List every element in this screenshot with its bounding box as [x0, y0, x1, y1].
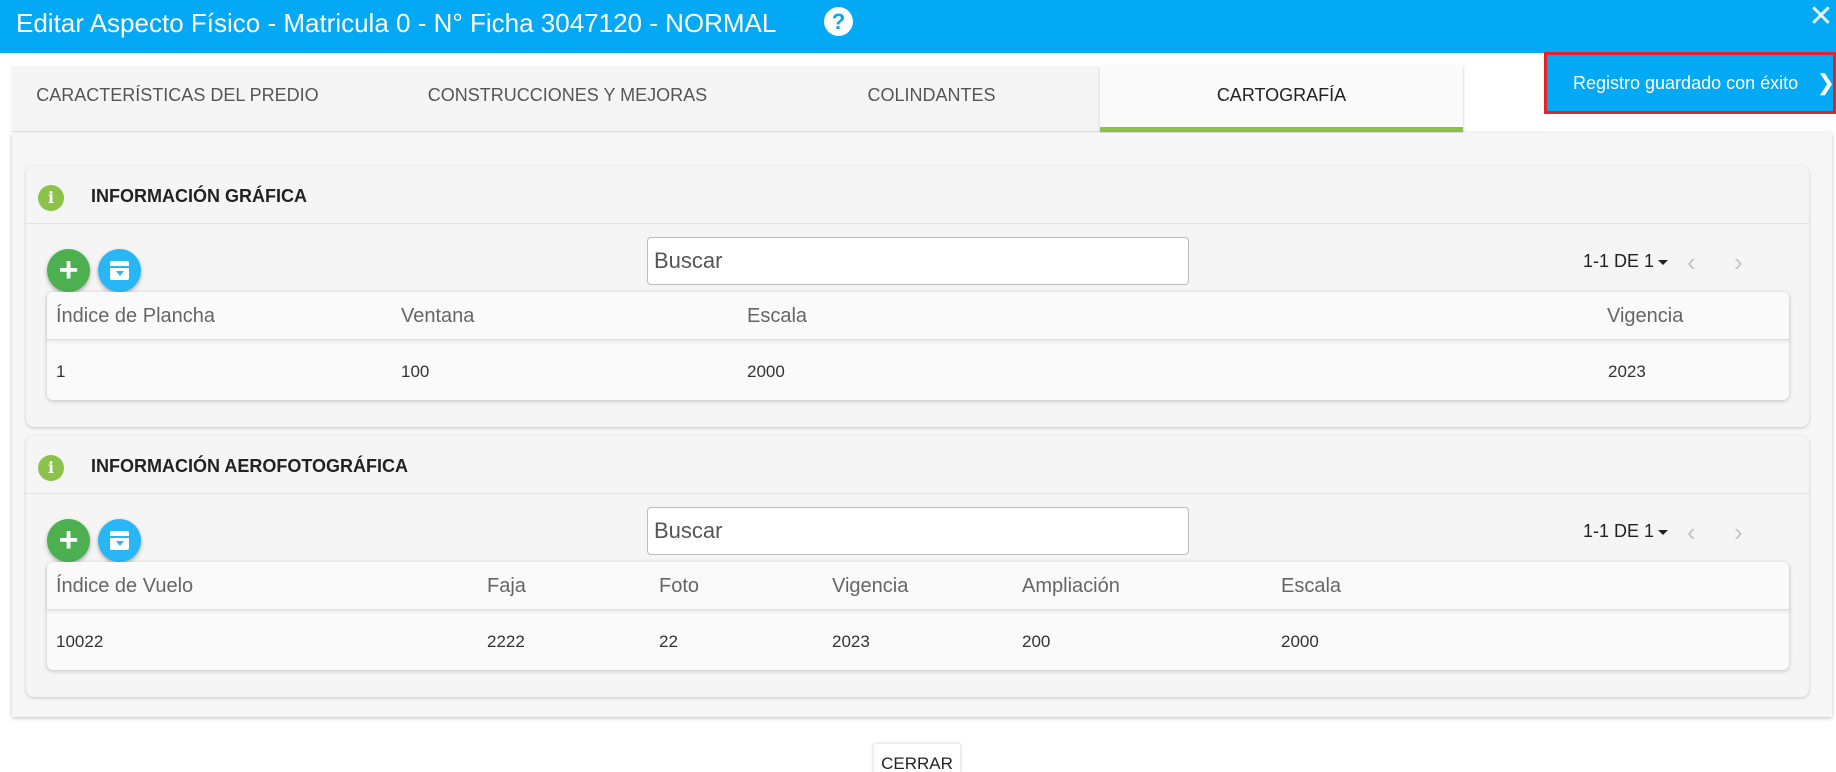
tab-cartografia[interactable]: CARTOGRAFÍA	[1100, 66, 1463, 132]
table-cell: 22	[659, 632, 678, 651]
success-toast[interactable]: Registro guardado con éxito ❯	[1544, 52, 1836, 114]
tab-bar: CARACTERÍSTICAS DEL PREDIO CONSTRUCCIONE…	[11, 66, 1464, 132]
prev-page-icon[interactable]: ‹	[1687, 249, 1696, 275]
column-header[interactable]: Índice de Vuelo	[56, 575, 193, 598]
table-cell: 2222	[487, 632, 525, 651]
table-header: Índice de Plancha Ventana Escala Vigenci…	[47, 292, 1789, 340]
add-button[interactable]: +	[47, 519, 90, 562]
column-header[interactable]: Vigencia	[1607, 305, 1683, 328]
pagination-select[interactable]: 1-1 DE 1	[1583, 251, 1669, 272]
panel-title: INFORMACIÓN AEROFOTOGRÁFICA	[91, 456, 408, 476]
next-page-icon[interactable]: ›	[1734, 519, 1743, 545]
tab-caracteristicas[interactable]: CARACTERÍSTICAS DEL PREDIO	[11, 66, 344, 132]
table-cell: 1	[56, 362, 66, 381]
table-cell: 2023	[832, 632, 870, 651]
table-cell: 100	[401, 362, 430, 381]
panel-title: INFORMACIÓN GRÁFICA	[91, 186, 307, 206]
caret-down-icon	[1658, 529, 1669, 535]
chevron-right-icon: ❯	[1816, 70, 1835, 95]
table-cell: 10022	[56, 632, 104, 651]
close-icon[interactable]: ✕	[1806, 0, 1836, 34]
prev-page-icon[interactable]: ‹	[1687, 519, 1696, 545]
toast-message: Registro guardado con éxito	[1573, 73, 1799, 93]
caret-down-icon	[1658, 259, 1669, 265]
search-input[interactable]	[647, 237, 1189, 285]
column-header[interactable]: Escala	[747, 305, 807, 328]
archive-icon	[110, 531, 129, 550]
archive-button[interactable]	[98, 249, 141, 292]
tab-colindantes[interactable]: COLINDANTES	[814, 66, 1049, 132]
help-icon[interactable]: ?	[824, 7, 853, 36]
next-page-icon[interactable]: ›	[1734, 249, 1743, 275]
info-icon: i	[38, 455, 64, 481]
graphic-table: Índice de Plancha Ventana Escala Vigenci…	[47, 292, 1789, 400]
pagination-label: 1-1 DE 1	[1583, 521, 1655, 541]
search-input[interactable]	[647, 507, 1189, 555]
info-icon: i	[38, 185, 64, 211]
table-header: Índice de Vuelo Faja Foto Vigencia Ampli…	[47, 562, 1789, 610]
column-header[interactable]: Vigencia	[832, 575, 908, 598]
tab-construcciones[interactable]: CONSTRUCCIONES Y MEJORAS	[377, 66, 758, 132]
table-cell: 2000	[747, 362, 785, 381]
aerial-info-panel: i INFORMACIÓN AEROFOTOGRÁFICA + 1-1 DE 1…	[26, 436, 1809, 697]
table-cell: 2023	[1608, 362, 1646, 381]
pagination-select[interactable]: 1-1 DE 1	[1583, 521, 1669, 542]
modal-title: Editar Aspecto Físico - Matricula 0 - N°…	[16, 8, 777, 38]
column-header[interactable]: Ampliación	[1022, 575, 1120, 598]
add-button[interactable]: +	[47, 249, 90, 292]
aerial-table: Índice de Vuelo Faja Foto Vigencia Ampli…	[47, 562, 1789, 670]
archive-button[interactable]	[98, 519, 141, 562]
close-button[interactable]: CERRAR	[874, 744, 960, 772]
table-cell: 200	[1022, 632, 1051, 651]
column-header[interactable]: Foto	[659, 575, 699, 598]
modal-header: Editar Aspecto Físico - Matricula 0 - N°…	[0, 0, 1836, 53]
archive-icon	[110, 261, 129, 280]
column-header[interactable]: Escala	[1281, 575, 1341, 598]
graphic-info-panel: i INFORMACIÓN GRÁFICA + 1-1 DE 1 ‹ › Índ…	[26, 166, 1809, 427]
column-header[interactable]: Faja	[487, 575, 526, 598]
column-header[interactable]: Ventana	[401, 305, 474, 328]
panel-header: i INFORMACIÓN GRÁFICA	[26, 166, 1809, 224]
pagination-label: 1-1 DE 1	[1583, 251, 1655, 271]
panel-header: i INFORMACIÓN AEROFOTOGRÁFICA	[26, 436, 1809, 494]
column-header[interactable]: Índice de Plancha	[56, 305, 215, 328]
tab-content: i INFORMACIÓN GRÁFICA + 1-1 DE 1 ‹ › Índ…	[12, 133, 1832, 717]
table-cell: 2000	[1281, 632, 1319, 651]
